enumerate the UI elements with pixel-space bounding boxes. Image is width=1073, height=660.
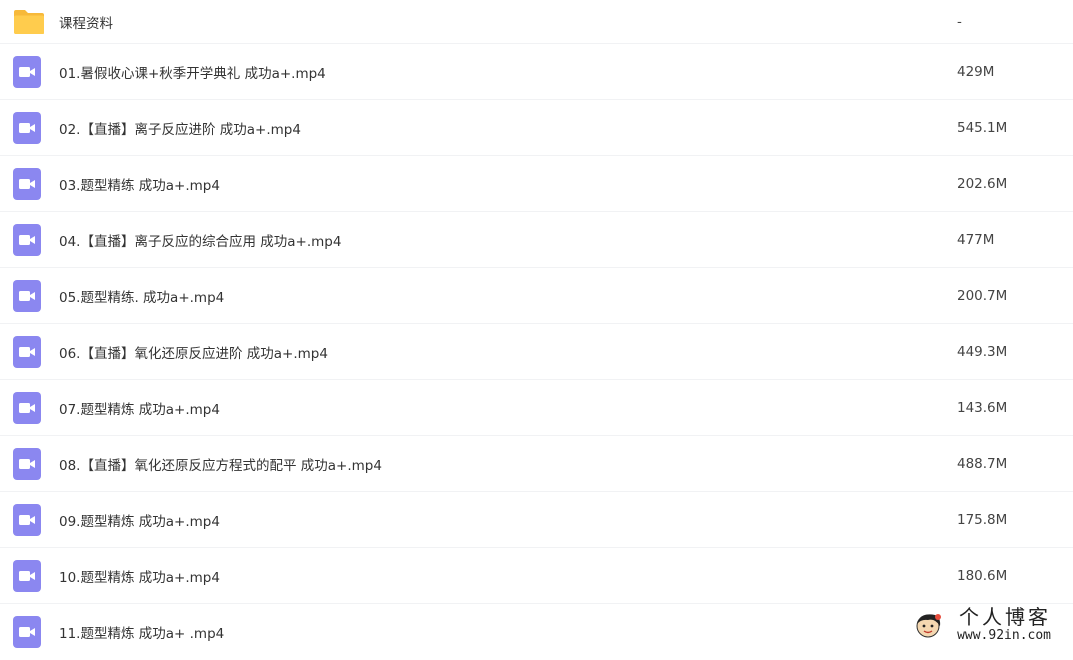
file-name[interactable]: 09.题型精炼 成功a+.mp4 [59,492,220,547]
video-file-icon [13,324,41,379]
video-file-icon [13,548,41,603]
watermark-text: 个人博客 www.92in.com [957,606,1051,644]
file-name[interactable]: 04.【直播】离子反应的综合应用 成功a+.mp4 [59,212,341,267]
video-file-icon [13,44,41,99]
video-file-icon [13,156,41,211]
list-item[interactable]: 04.【直播】离子反应的综合应用 成功a+.mp4 477M [0,212,1073,268]
file-name[interactable]: 02.【直播】离子反应进阶 成功a+.mp4 [59,100,301,155]
list-item[interactable]: 10.题型精炼 成功a+.mp4 180.6M [0,548,1073,604]
folder-icon [13,0,45,43]
file-name[interactable]: 课程资料 [59,0,113,43]
watermark-title: 个人博客 [959,605,1051,629]
file-list: 课程资料 - 01.暑假收心课+秋季开学典礼 成功a+.mp4 429M 02.… [0,0,1073,660]
video-file-icon [13,100,41,155]
file-name[interactable]: 05.题型精练. 成功a+.mp4 [59,268,224,323]
watermark: 个人博客 www.92in.com [909,604,1055,646]
video-file-icon [13,212,41,267]
file-name[interactable]: 07.题型精炼 成功a+.mp4 [59,380,220,435]
list-item[interactable]: 08.【直播】氧化还原反应方程式的配平 成功a+.mp4 488.7M [0,436,1073,492]
file-name[interactable]: 01.暑假收心课+秋季开学典礼 成功a+.mp4 [59,44,326,99]
video-file-icon [13,268,41,323]
video-file-icon [13,492,41,547]
file-size: 202.6M [957,175,1008,192]
file-name[interactable]: 06.【直播】氧化还原反应进阶 成功a+.mp4 [59,324,328,379]
file-name[interactable]: 03.题型精练 成功a+.mp4 [59,156,220,211]
list-item[interactable]: 01.暑假收心课+秋季开学典礼 成功a+.mp4 429M [0,44,1073,100]
file-size: 477M [957,231,995,248]
list-item[interactable]: 09.题型精炼 成功a+.mp4 175.8M [0,492,1073,548]
watermark-url: www.92in.com [957,628,1051,643]
file-size: 449.3M [957,343,1008,360]
mascot-logo-icon [913,610,943,640]
list-item[interactable]: 03.题型精练 成功a+.mp4 202.6M [0,156,1073,212]
list-item[interactable]: 02.【直播】离子反应进阶 成功a+.mp4 545.1M [0,100,1073,156]
file-name[interactable]: 08.【直播】氧化还原反应方程式的配平 成功a+.mp4 [59,436,382,491]
file-size: 200.7M [957,287,1008,304]
file-size: 488.7M [957,455,1008,472]
video-file-icon [13,380,41,435]
file-size: 180.6M [957,567,1008,584]
file-name[interactable]: 10.题型精炼 成功a+.mp4 [59,548,220,603]
file-size: 175.8M [957,511,1008,528]
video-file-icon [13,436,41,491]
list-item[interactable]: 05.题型精练. 成功a+.mp4 200.7M [0,268,1073,324]
file-size: - [957,13,962,30]
file-size: 429M [957,63,995,80]
list-item[interactable]: 07.题型精炼 成功a+.mp4 143.6M [0,380,1073,436]
list-item[interactable]: 课程资料 - [0,0,1073,44]
file-size: 143.6M [957,399,1008,416]
file-size: 545.1M [957,119,1008,136]
list-item[interactable]: 06.【直播】氧化还原反应进阶 成功a+.mp4 449.3M [0,324,1073,380]
